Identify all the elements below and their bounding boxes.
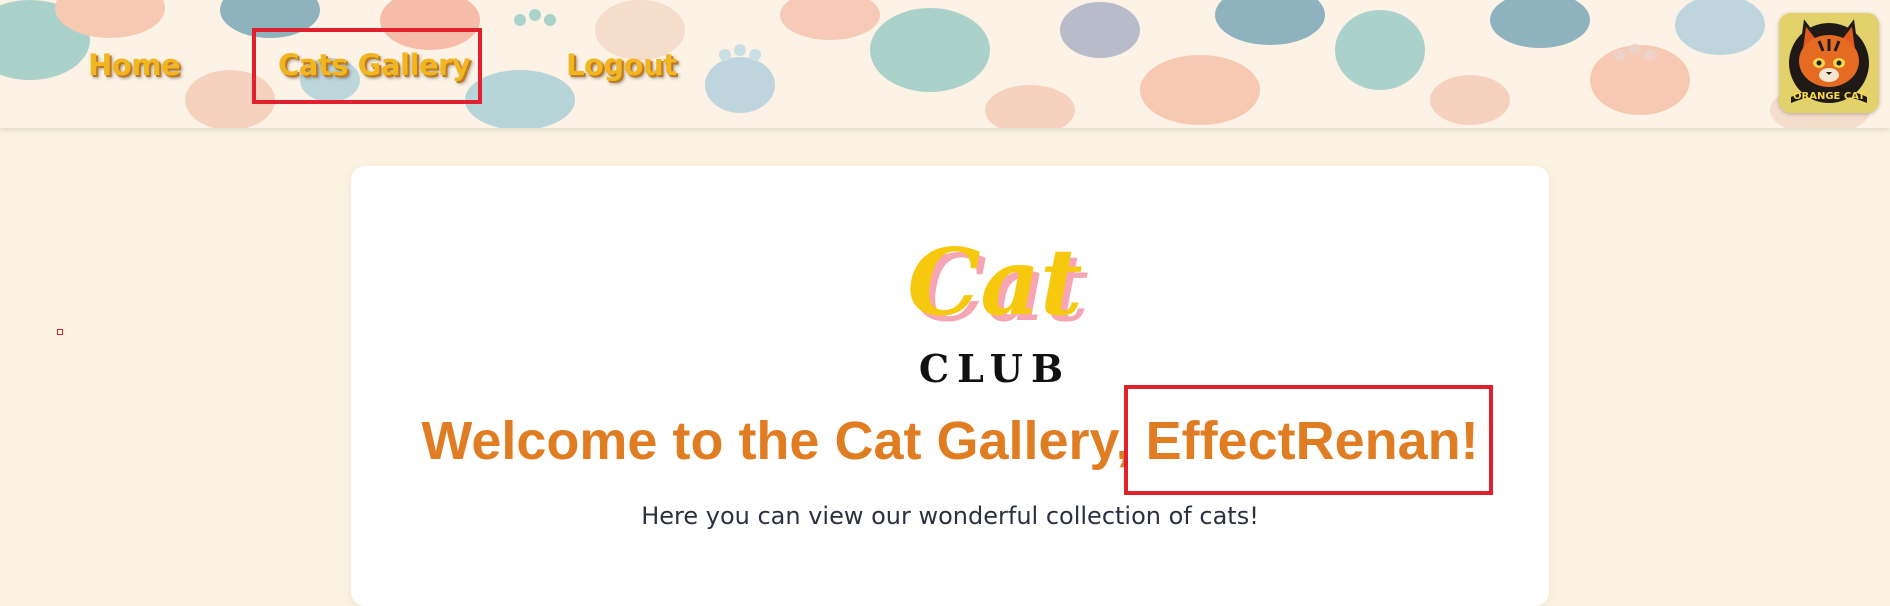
nav-home-link[interactable]: Home [88, 40, 181, 90]
top-navbar: Home Cats Gallery Logout ORANGE CAT [0, 0, 1890, 128]
logo-cat-word: Cat [907, 228, 1082, 336]
highlight-box-cats-gallery [252, 28, 482, 104]
brand-badge-text: ORANGE CAT [1793, 91, 1865, 102]
highlight-marker-small [57, 329, 63, 335]
page-subtitle: Here you can view our wonderful collecti… [641, 502, 1259, 530]
highlight-box-username [1124, 385, 1493, 495]
nav-logout-link[interactable]: Logout [566, 40, 677, 90]
orange-cat-badge-icon[interactable]: ORANGE CAT [1779, 13, 1879, 113]
cat-club-logo: Cat Cat CLUB [907, 228, 1088, 391]
logo-club-word: CLUB [919, 346, 1071, 391]
orange-cat-badge-art: ORANGE CAT [1779, 13, 1879, 113]
